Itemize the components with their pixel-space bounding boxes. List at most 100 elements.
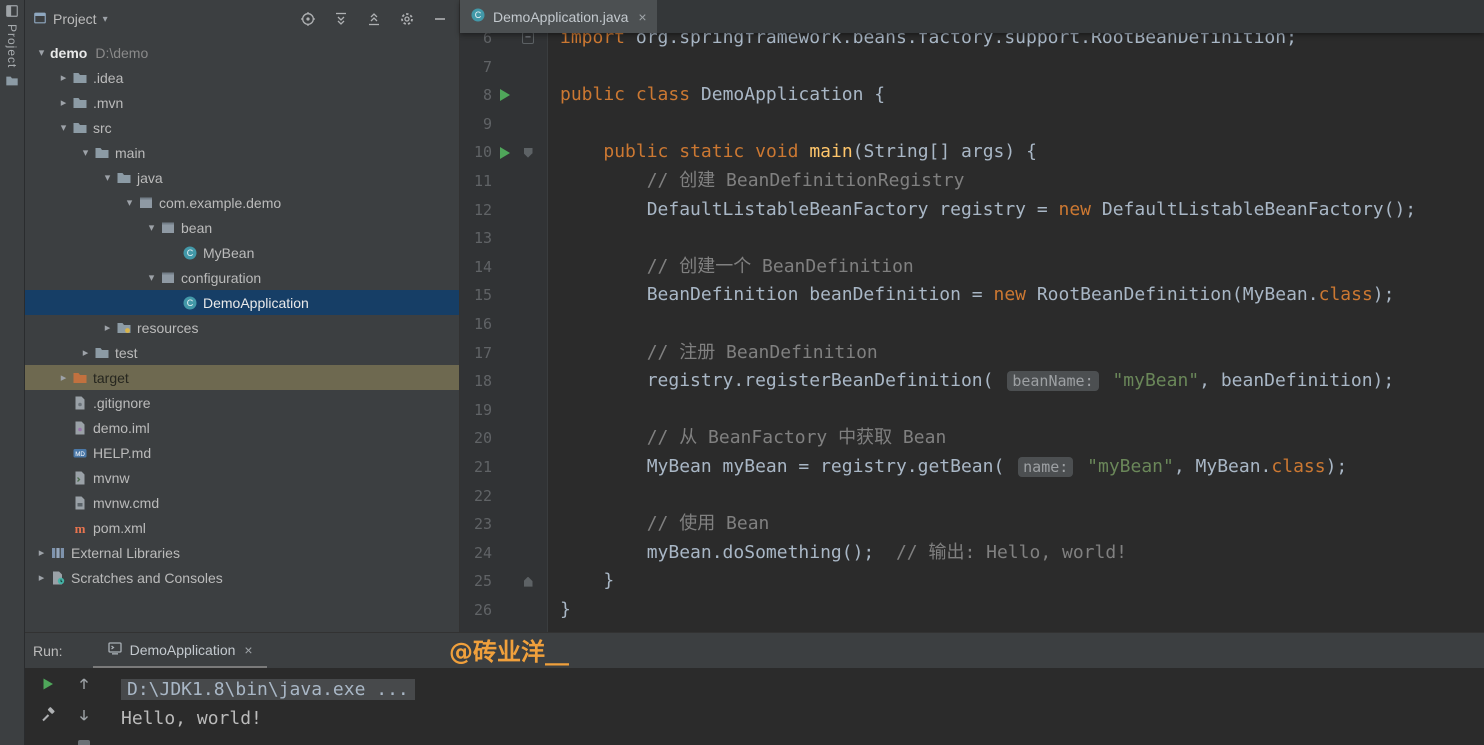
tree-item-help-md[interactable]: MDHELP.md (25, 440, 459, 465)
fold-collapse-icon[interactable]: − (522, 33, 534, 44)
chevron-right-icon[interactable]: ▸ (55, 371, 72, 384)
rerun-icon[interactable] (39, 675, 57, 693)
tree-item-gitignore[interactable]: .gitignore (25, 390, 459, 415)
tree-item-java[interactable]: ▾java (25, 165, 459, 190)
code-line-13: 13 (460, 224, 1484, 253)
console-output[interactable]: D:\JDK1.8\bin\java.exe ...Hello, world! (113, 668, 1484, 745)
console-line[interactable]: Hello, world! (121, 704, 1484, 733)
tree-item-main[interactable]: ▾main (25, 140, 459, 165)
code-text[interactable]: BeanDefinition beanDefinition = new Root… (548, 281, 1394, 310)
close-icon[interactable]: × (638, 9, 646, 25)
code-text[interactable] (548, 396, 560, 425)
tree-item-mybean[interactable]: CMyBean (25, 240, 459, 265)
code-text[interactable]: // 从 BeanFactory 中获取 Bean (548, 424, 946, 453)
code-text[interactable] (548, 53, 560, 82)
console-line[interactable]: D:\JDK1.8\bin\java.exe ... (121, 675, 1484, 704)
code-text[interactable]: // 创建一个 BeanDefinition (548, 253, 914, 282)
code-line-20: 20 // 从 BeanFactory 中获取 Bean (460, 424, 1484, 453)
code-text[interactable]: registry.registerBeanDefinition( beanNam… (548, 367, 1394, 396)
chevron-down-icon[interactable]: ▾ (99, 171, 116, 184)
project-stripe-label[interactable]: Project (5, 24, 19, 68)
line-number: 19 (460, 396, 492, 425)
collapse-all-icon[interactable] (365, 10, 383, 28)
code-text[interactable] (548, 224, 560, 253)
build-hammer-icon[interactable] (39, 706, 57, 724)
tree-item-demo-iml[interactable]: demo.iml (25, 415, 459, 440)
project-mini-folder-icon (4, 73, 20, 89)
run-tab-demoapplication[interactable]: DemoApplication × (93, 633, 267, 668)
hide-panel-icon[interactable] (431, 10, 449, 28)
code-text[interactable]: } (548, 567, 614, 596)
line-number: 18 (460, 367, 492, 396)
chevron-down-icon: ▾ (103, 14, 108, 25)
tree-item-target[interactable]: ▸target (25, 365, 459, 390)
tree-item-idea[interactable]: ▸.idea (25, 65, 459, 90)
tree-item-src[interactable]: ▾src (25, 115, 459, 140)
line-number: 6 (460, 33, 492, 53)
fold-region-end-icon[interactable] (524, 577, 533, 587)
fold-region-start-icon[interactable] (524, 148, 533, 158)
settings-gear-icon[interactable] (398, 10, 416, 28)
editor-tab-label: DemoApplication.java (493, 9, 628, 25)
code-text[interactable]: MyBean myBean = registry.getBean( name: … (548, 453, 1347, 482)
expand-all-icon[interactable] (332, 10, 350, 28)
line-number: 25 (460, 567, 492, 596)
tree-item-demoapplication[interactable]: CDemoApplication (25, 290, 459, 315)
tool-window-icon[interactable] (4, 3, 20, 19)
chevron-right-icon[interactable]: ▸ (33, 546, 50, 559)
code-line-21: 21 MyBean myBean = registry.getBean( nam… (460, 453, 1484, 482)
code-text[interactable]: } (548, 596, 571, 625)
tree-item-pom-xml[interactable]: mpom.xml (25, 515, 459, 540)
run-gutter-icon[interactable] (500, 89, 510, 101)
tree-item-resources[interactable]: ▸resources (25, 315, 459, 340)
code-text[interactable]: DefaultListableBeanFactory registry = ne… (548, 196, 1416, 225)
chevron-right-icon[interactable]: ▸ (33, 571, 50, 584)
code-text[interactable] (548, 310, 560, 339)
run-toolbar (25, 668, 113, 745)
chevron-right-icon[interactable]: ▸ (99, 321, 116, 334)
project-pane-icon (33, 11, 47, 28)
locate-icon[interactable] (299, 10, 317, 28)
chevron-down-icon[interactable]: ▾ (55, 121, 72, 134)
tree-item-bean[interactable]: ▾bean (25, 215, 459, 240)
code-text[interactable]: // 注册 BeanDefinition (548, 339, 878, 368)
console-settings-icon[interactable] (75, 737, 93, 745)
code-text[interactable]: // 创建 BeanDefinitionRegistry (548, 167, 964, 196)
code-text[interactable]: public static void main(String[] args) { (548, 138, 1037, 167)
tree-item-configuration[interactable]: ▾configuration (25, 265, 459, 290)
folder-icon (94, 145, 115, 161)
chevron-down-icon[interactable]: ▾ (33, 46, 50, 59)
tree-item-external-libraries[interactable]: ▸External Libraries (25, 540, 459, 565)
down-arrow-icon[interactable] (75, 706, 93, 724)
chevron-right-icon[interactable]: ▸ (55, 71, 72, 84)
tree-item-mvn[interactable]: ▸.mvn (25, 90, 459, 115)
folder-resources-icon (116, 320, 137, 336)
line-number: 13 (460, 224, 492, 253)
chevron-down-icon[interactable]: ▾ (143, 221, 160, 234)
code-line-16: 16 (460, 310, 1484, 339)
code-text[interactable]: public class DemoApplication { (548, 81, 885, 110)
chevron-down-icon[interactable]: ▾ (143, 271, 160, 284)
run-gutter-icon[interactable] (500, 147, 510, 159)
chevron-down-icon[interactable]: ▾ (77, 146, 94, 159)
code-text[interactable] (548, 110, 560, 139)
code-text[interactable]: import org.springframework.beans.factory… (548, 33, 1297, 53)
close-icon[interactable]: × (244, 642, 252, 658)
code-line-23: 23 // 使用 Bean (460, 510, 1484, 539)
up-arrow-icon[interactable] (75, 675, 93, 693)
editor-tab-demoapplication[interactable]: C DemoApplication.java × (460, 0, 657, 33)
chevron-right-icon[interactable]: ▸ (77, 346, 94, 359)
project-view-switcher[interactable]: Project ▾ (33, 11, 108, 28)
tree-item-com-example-demo[interactable]: ▾com.example.demo (25, 190, 459, 215)
chevron-down-icon[interactable]: ▾ (121, 196, 138, 209)
code-text[interactable]: // 使用 Bean (548, 510, 769, 539)
tree-item-test[interactable]: ▸test (25, 340, 459, 365)
code-text[interactable]: myBean.doSomething(); // 输出: Hello, worl… (548, 539, 1127, 568)
tree-item-demo[interactable]: ▾demoD:\demo (25, 40, 459, 65)
tree-item-mvnw[interactable]: mvnw (25, 465, 459, 490)
chevron-right-icon[interactable]: ▸ (55, 96, 72, 109)
code-area[interactable]: 6 − import org.springframework.beans.facto… (460, 33, 1484, 632)
code-text[interactable] (548, 482, 560, 511)
tree-item-mvnw-cmd[interactable]: mvnw.cmd (25, 490, 459, 515)
tree-item-scratches-and-consoles[interactable]: ▸Scratches and Consoles (25, 565, 459, 590)
